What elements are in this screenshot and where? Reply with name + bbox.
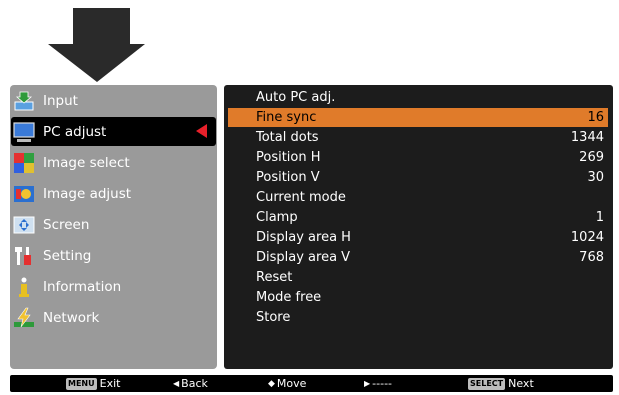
hint-next: SELECT Next (468, 375, 534, 392)
row-value: 1024 (570, 230, 604, 245)
submenu-row-store[interactable]: Store (228, 308, 608, 327)
row-label: Store (256, 310, 291, 325)
hint-label: Move (276, 377, 307, 390)
hint-label: Exit (99, 377, 121, 390)
row-label: Display area V (256, 250, 351, 265)
network-icon (14, 307, 34, 327)
hint-exit: MENU Exit (66, 375, 120, 392)
menu-key-badge: MENU (66, 377, 97, 390)
row-value: 30 (587, 170, 604, 185)
row-label: Reset (256, 270, 293, 285)
select-key-badge: SELECT (468, 377, 506, 390)
submenu-row-mode-free[interactable]: Mode free (228, 288, 608, 307)
right-arrow-icon: ▶ (364, 379, 371, 388)
menu-item-label: Setting (43, 247, 92, 264)
menu-item-pc-adjust[interactable]: PC adjust (11, 117, 216, 146)
menu-item-screen[interactable]: Screen (11, 210, 216, 239)
menu-item-image-adjust[interactable]: Image adjust (11, 179, 216, 208)
row-label: Current mode (256, 190, 346, 205)
submenu-row-auto-pc-adj[interactable]: Auto PC adj. (228, 88, 608, 107)
left-arrow-icon: ◀ (173, 379, 180, 388)
hint-label: Next (508, 377, 534, 390)
menu-item-network[interactable]: Network (11, 303, 216, 332)
submenu-row-clamp[interactable]: Clamp 1 (228, 208, 608, 227)
hint-next-dash: ▶ ----- (364, 375, 392, 392)
row-value: 269 (579, 150, 604, 165)
hint-label: ----- (372, 377, 393, 390)
row-value: 1344 (570, 130, 604, 145)
menu-item-label: Input (43, 92, 78, 109)
row-label: Position H (256, 150, 321, 165)
hint-label: Back (181, 377, 208, 390)
menu-item-information[interactable]: Information (11, 272, 216, 301)
row-value: 1 (595, 210, 604, 225)
submenu-row-total-dots[interactable]: Total dots 1344 (228, 128, 608, 147)
menu-item-label: PC adjust (43, 123, 107, 140)
input-icon (14, 91, 34, 110)
row-label: Fine sync (256, 110, 317, 125)
submenu-row-display-area-h[interactable]: Display area H 1024 (228, 228, 608, 247)
row-label: Mode free (256, 290, 322, 305)
menu-item-label: Information (43, 278, 122, 295)
submenu-row-reset[interactable]: Reset (228, 268, 608, 287)
row-value: 16 (587, 110, 604, 125)
row-label: Auto PC adj. (256, 90, 336, 105)
submenu-row-position-h[interactable]: Position H 269 (228, 148, 608, 167)
row-label: Position V (256, 170, 320, 185)
pc-adjust-icon (13, 121, 35, 142)
menu-item-setting[interactable]: Setting (11, 241, 216, 270)
row-label: Total dots (256, 130, 319, 145)
hint-move: ◆ Move (268, 375, 306, 392)
menu-item-label: Screen (43, 216, 90, 233)
submenu-row-display-area-v[interactable]: Display area V 768 (228, 248, 608, 267)
screen-icon (13, 216, 35, 233)
information-icon (19, 277, 29, 297)
help-bar: MENU Exit ◀ Back ◆ Move ▶ ----- SELECT N… (10, 375, 613, 392)
row-value: 768 (579, 250, 604, 265)
menu-item-input[interactable]: Input (11, 86, 216, 115)
setting-icon (15, 246, 31, 265)
submenu-row-fine-sync[interactable]: Fine sync 16 (228, 108, 608, 127)
menu-item-image-select[interactable]: Image select (11, 148, 216, 177)
image-adjust-icon (14, 185, 34, 202)
image-select-icon (14, 152, 34, 173)
down-arrow-icon (48, 8, 145, 82)
submenu-row-current-mode[interactable]: Current mode (228, 188, 608, 207)
submenu-row-position-v[interactable]: Position V 30 (228, 168, 608, 187)
selected-marker-icon (196, 124, 207, 138)
row-label: Display area H (256, 230, 351, 245)
menu-item-label: Image adjust (43, 185, 132, 202)
menu-item-label: Network (43, 309, 100, 326)
menu-item-label: Image select (43, 154, 130, 171)
main-menu: Input PC adjust Image select Image adjus… (10, 85, 217, 369)
hint-back: ◀ Back (173, 375, 208, 392)
row-label: Clamp (256, 210, 298, 225)
pc-adjust-submenu: Auto PC adj. Fine sync 16 Total dots 134… (224, 85, 613, 369)
move-arrows-icon: ◆ (268, 378, 275, 389)
